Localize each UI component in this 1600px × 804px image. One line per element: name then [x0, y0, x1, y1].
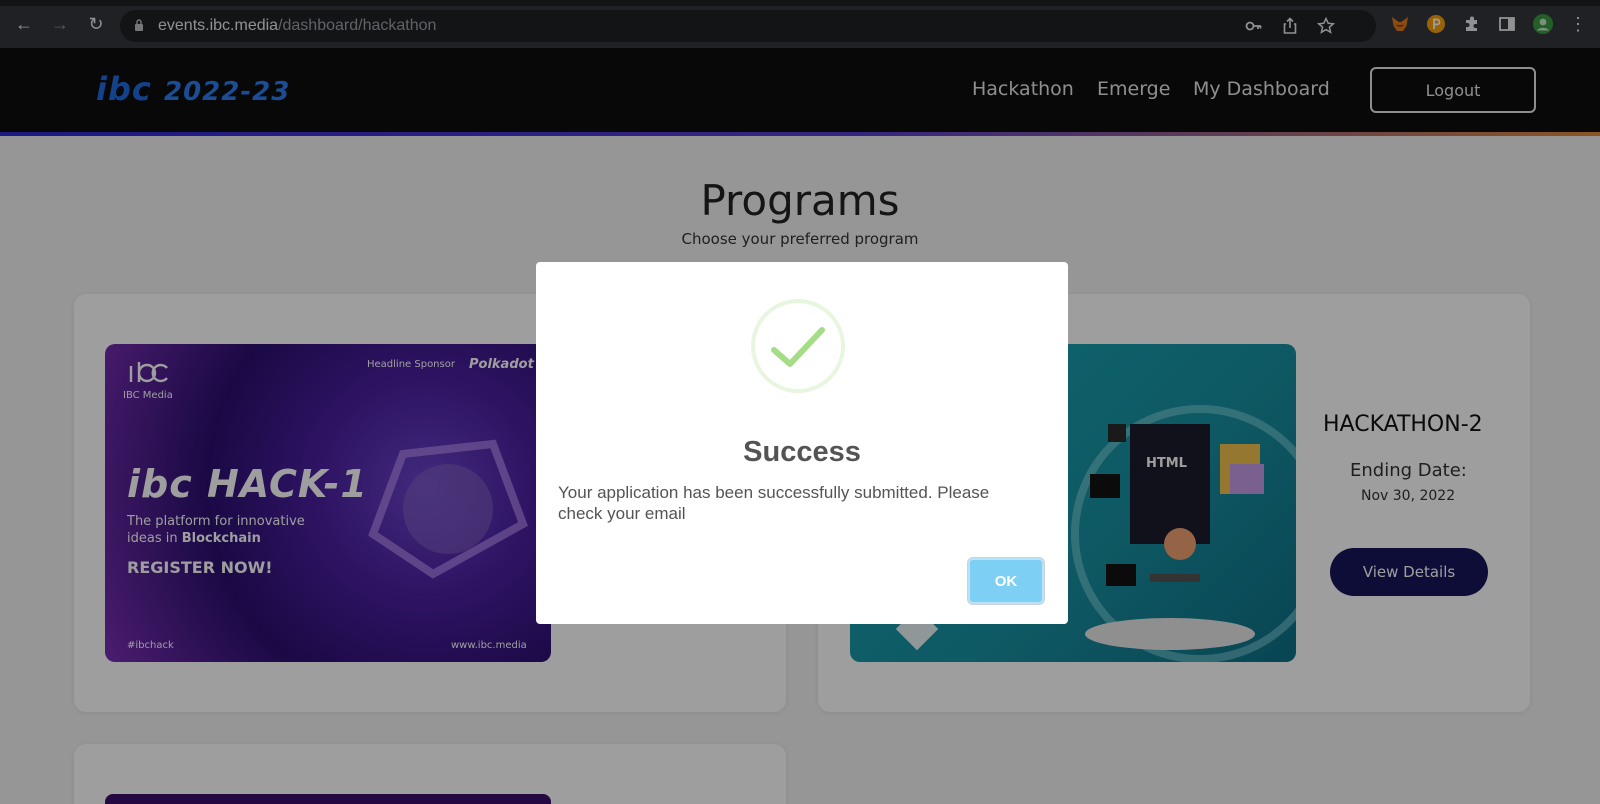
modal-title: Success: [743, 436, 861, 468]
success-check-icon: [751, 299, 845, 393]
ok-button[interactable]: OK: [968, 558, 1044, 604]
success-modal: Success Your application has been succes…: [536, 262, 1068, 624]
modal-message: Your application has been successfully s…: [558, 483, 990, 523]
